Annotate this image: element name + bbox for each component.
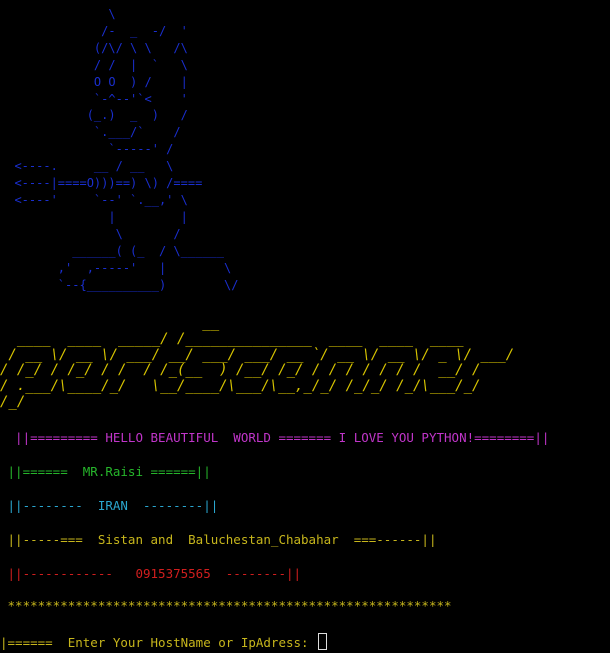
portscanner-banner: __ ____ ____ _____/ /_______________ ___… [0, 315, 515, 410]
host-input-prompt[interactable]: |====== Enter Your HostName or IpAdress: [0, 633, 328, 651]
country-line: ||-------- IRAN --------|| [0, 498, 219, 513]
phone-line: ||------------ 0915375565 --------|| [0, 566, 302, 581]
ascii-art-character: \ /- _ -/ ' (/\/ \ \ /\ / / | ` \ O O ) … [14, 7, 239, 292]
prompt-label: |====== Enter Your HostName or IpAdress: [0, 635, 317, 650]
author-line: ||====== MR.Raisi ======|| [0, 464, 211, 479]
region-line: ||-----=== Sistan and Baluchestan_Chabah… [0, 532, 437, 547]
separator-line: ****************************************… [0, 598, 452, 613]
hello-line: ||========= HELLO BEAUTIFUL WORLD ======… [0, 430, 550, 445]
text-cursor[interactable] [318, 633, 328, 650]
terminal-window: \ /- _ -/ ' (/\/ \ \ /\ / / | ` \ O O ) … [0, 0, 610, 653]
